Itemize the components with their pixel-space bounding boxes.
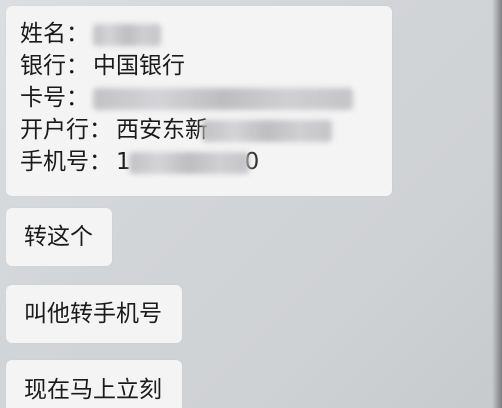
card-value-redacted	[93, 83, 353, 113]
redaction-blur	[93, 87, 353, 110]
message-bubble[interactable]: 现在马上立刻	[6, 360, 182, 408]
bank-value: 中国银行	[93, 53, 185, 79]
redaction-blur	[202, 119, 332, 142]
phone-row: 手机号： 10	[20, 146, 392, 178]
screen-edge	[492, 0, 502, 408]
branch-row: 开户行： 西安东新	[20, 114, 392, 146]
phone-value: 10	[116, 147, 259, 177]
chat-conversation: 姓名： 银行： 中国银行 卡号： 开户行： 西安东新 手机号： 10 转这个 叫…	[0, 0, 502, 408]
message-bubble[interactable]: 转这个	[6, 208, 112, 266]
card-label: 卡号：	[20, 85, 89, 111]
bank-label: 银行：	[20, 53, 89, 79]
branch-value-visible: 西安东新	[116, 117, 208, 143]
message-text: 转这个	[24, 224, 93, 250]
card-row: 卡号：	[20, 82, 392, 114]
name-value-redacted	[93, 19, 161, 49]
branch-value: 西安东新	[116, 115, 332, 145]
message-text: 叫他转手机号	[24, 301, 162, 327]
redaction-blur	[93, 23, 161, 46]
account-info-message[interactable]: 姓名： 银行： 中国银行 卡号： 开户行： 西安东新 手机号： 10	[6, 6, 392, 196]
name-label: 姓名：	[20, 21, 89, 47]
name-row: 姓名：	[20, 18, 392, 50]
message-text: 现在马上立刻	[24, 377, 162, 403]
message-bubble[interactable]: 叫他转手机号	[6, 285, 182, 343]
phone-label: 手机号：	[20, 149, 112, 175]
branch-label: 开户行：	[20, 117, 112, 143]
redaction-blur	[128, 151, 249, 174]
bank-row: 银行： 中国银行	[20, 50, 392, 82]
